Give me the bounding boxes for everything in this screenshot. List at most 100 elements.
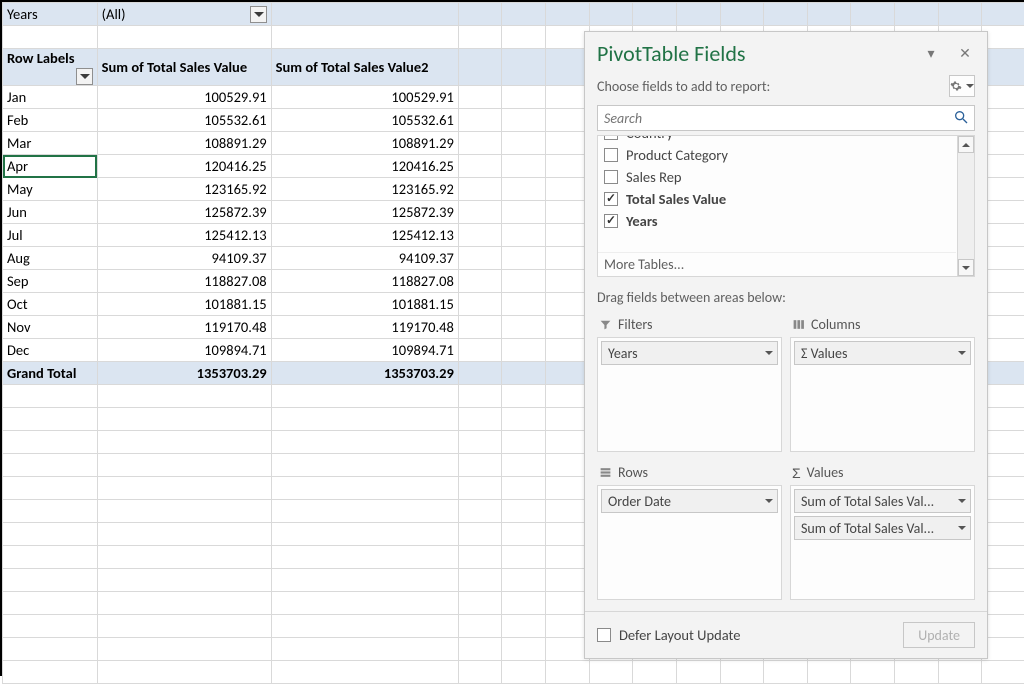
cell-empty[interactable]: [97, 477, 271, 500]
data-cell[interactable]: 125872.39: [97, 201, 271, 224]
cell-empty[interactable]: [97, 638, 271, 661]
row-label[interactable]: Oct: [3, 293, 98, 316]
field-item[interactable]: Years: [598, 210, 956, 232]
cell-empty[interactable]: [982, 615, 1024, 638]
field-item[interactable]: Country: [598, 135, 956, 144]
cell-empty[interactable]: [458, 155, 502, 178]
data-cell[interactable]: 119170.48: [97, 316, 271, 339]
cell-empty[interactable]: [982, 408, 1024, 431]
more-tables-link[interactable]: More Tables...: [598, 252, 956, 276]
cell-empty[interactable]: [3, 477, 98, 500]
chevron-down-icon[interactable]: [958, 499, 966, 503]
scroll-up-icon[interactable]: [958, 136, 974, 153]
area-values-list[interactable]: Sum of Total Sales Val...Sum of Total Sa…: [790, 485, 975, 600]
cell-empty[interactable]: [502, 178, 546, 201]
cell-empty[interactable]: [3, 546, 98, 569]
data-cell[interactable]: 118827.08: [97, 270, 271, 293]
cell-empty[interactable]: [3, 661, 98, 684]
cell-empty[interactable]: [271, 454, 458, 477]
cell-empty[interactable]: [271, 3, 458, 26]
cell-empty[interactable]: [97, 385, 271, 408]
data-cell[interactable]: 125412.13: [97, 224, 271, 247]
cell-empty[interactable]: [97, 500, 271, 523]
cell-empty[interactable]: [546, 224, 590, 247]
data-cell[interactable]: 120416.25: [271, 155, 458, 178]
row-label[interactable]: Jun: [3, 201, 98, 224]
cell-empty[interactable]: [271, 477, 458, 500]
cell-empty[interactable]: [502, 569, 546, 592]
cell-empty[interactable]: [458, 546, 502, 569]
field-checkbox[interactable]: [604, 148, 618, 162]
cell-empty[interactable]: [502, 339, 546, 362]
gear-icon[interactable]: [949, 75, 975, 97]
cell-empty[interactable]: [982, 638, 1024, 661]
cell-empty[interactable]: [546, 201, 590, 224]
cell-empty[interactable]: [3, 569, 98, 592]
cell-empty[interactable]: [546, 109, 590, 132]
chevron-down-icon[interactable]: [958, 526, 966, 530]
cell-empty[interactable]: [546, 569, 590, 592]
cell-empty[interactable]: [546, 3, 590, 26]
cell-empty[interactable]: [546, 454, 590, 477]
cell-empty[interactable]: [676, 661, 720, 684]
cell-empty[interactable]: [982, 431, 1024, 454]
cell-empty[interactable]: [502, 523, 546, 546]
cell-empty[interactable]: [502, 454, 546, 477]
cell-empty[interactable]: [982, 3, 1024, 26]
cell-empty[interactable]: [546, 132, 590, 155]
field-item[interactable]: Product Category: [598, 144, 956, 166]
cell-empty[interactable]: [502, 362, 546, 385]
cell-empty[interactable]: [271, 26, 458, 49]
cell-empty[interactable]: [546, 86, 590, 109]
cell-empty[interactable]: [546, 316, 590, 339]
cell-empty[interactable]: [633, 661, 677, 684]
data-cell[interactable]: 105532.61: [97, 109, 271, 132]
data-cell[interactable]: 109894.71: [97, 339, 271, 362]
filter-field-value[interactable]: (All): [97, 3, 271, 26]
cell-empty[interactable]: [546, 385, 590, 408]
data-cell[interactable]: 118827.08: [271, 270, 458, 293]
cell-empty[interactable]: [458, 201, 502, 224]
cell-empty[interactable]: [271, 408, 458, 431]
filter-field-label[interactable]: Years: [3, 3, 98, 26]
cell-empty[interactable]: [982, 362, 1024, 385]
cell-empty[interactable]: [982, 546, 1024, 569]
cell-empty[interactable]: [458, 293, 502, 316]
cell-empty[interactable]: [458, 454, 502, 477]
cell-empty[interactable]: [546, 523, 590, 546]
cell-empty[interactable]: [458, 26, 502, 49]
cell-empty[interactable]: [458, 661, 502, 684]
cell-empty[interactable]: [982, 224, 1024, 247]
cell-empty[interactable]: [546, 546, 590, 569]
cell-empty[interactable]: [982, 201, 1024, 224]
row-label[interactable]: Sep: [3, 270, 98, 293]
cell-empty[interactable]: [458, 3, 502, 26]
field-list-scrollbar[interactable]: [957, 136, 974, 276]
cell-empty[interactable]: [502, 201, 546, 224]
cell-empty[interactable]: [97, 546, 271, 569]
cell-empty[interactable]: [546, 592, 590, 615]
cell-empty[interactable]: [982, 247, 1024, 270]
cell-empty[interactable]: [502, 592, 546, 615]
row-label[interactable]: Apr: [3, 155, 98, 178]
data-cell[interactable]: 94109.37: [271, 247, 458, 270]
grand-total-label[interactable]: Grand Total: [3, 362, 98, 385]
cell-empty[interactable]: [982, 109, 1024, 132]
cell-empty[interactable]: [546, 270, 590, 293]
row-label[interactable]: Jul: [3, 224, 98, 247]
cell-empty[interactable]: [502, 431, 546, 454]
cell-empty[interactable]: [97, 431, 271, 454]
data-cell[interactable]: 123165.92: [271, 178, 458, 201]
cell-empty[interactable]: [982, 339, 1024, 362]
cell-empty[interactable]: [271, 546, 458, 569]
cell-empty[interactable]: [3, 638, 98, 661]
data-cell[interactable]: 125872.39: [271, 201, 458, 224]
scroll-down-icon[interactable]: [958, 259, 974, 276]
cell-empty[interactable]: [97, 454, 271, 477]
data-cell[interactable]: 101881.15: [271, 293, 458, 316]
cell-empty[interactable]: [458, 592, 502, 615]
defer-checkbox[interactable]: [597, 628, 611, 642]
cell-empty[interactable]: [851, 661, 895, 684]
cell-empty[interactable]: [3, 500, 98, 523]
cell-empty[interactable]: [458, 132, 502, 155]
